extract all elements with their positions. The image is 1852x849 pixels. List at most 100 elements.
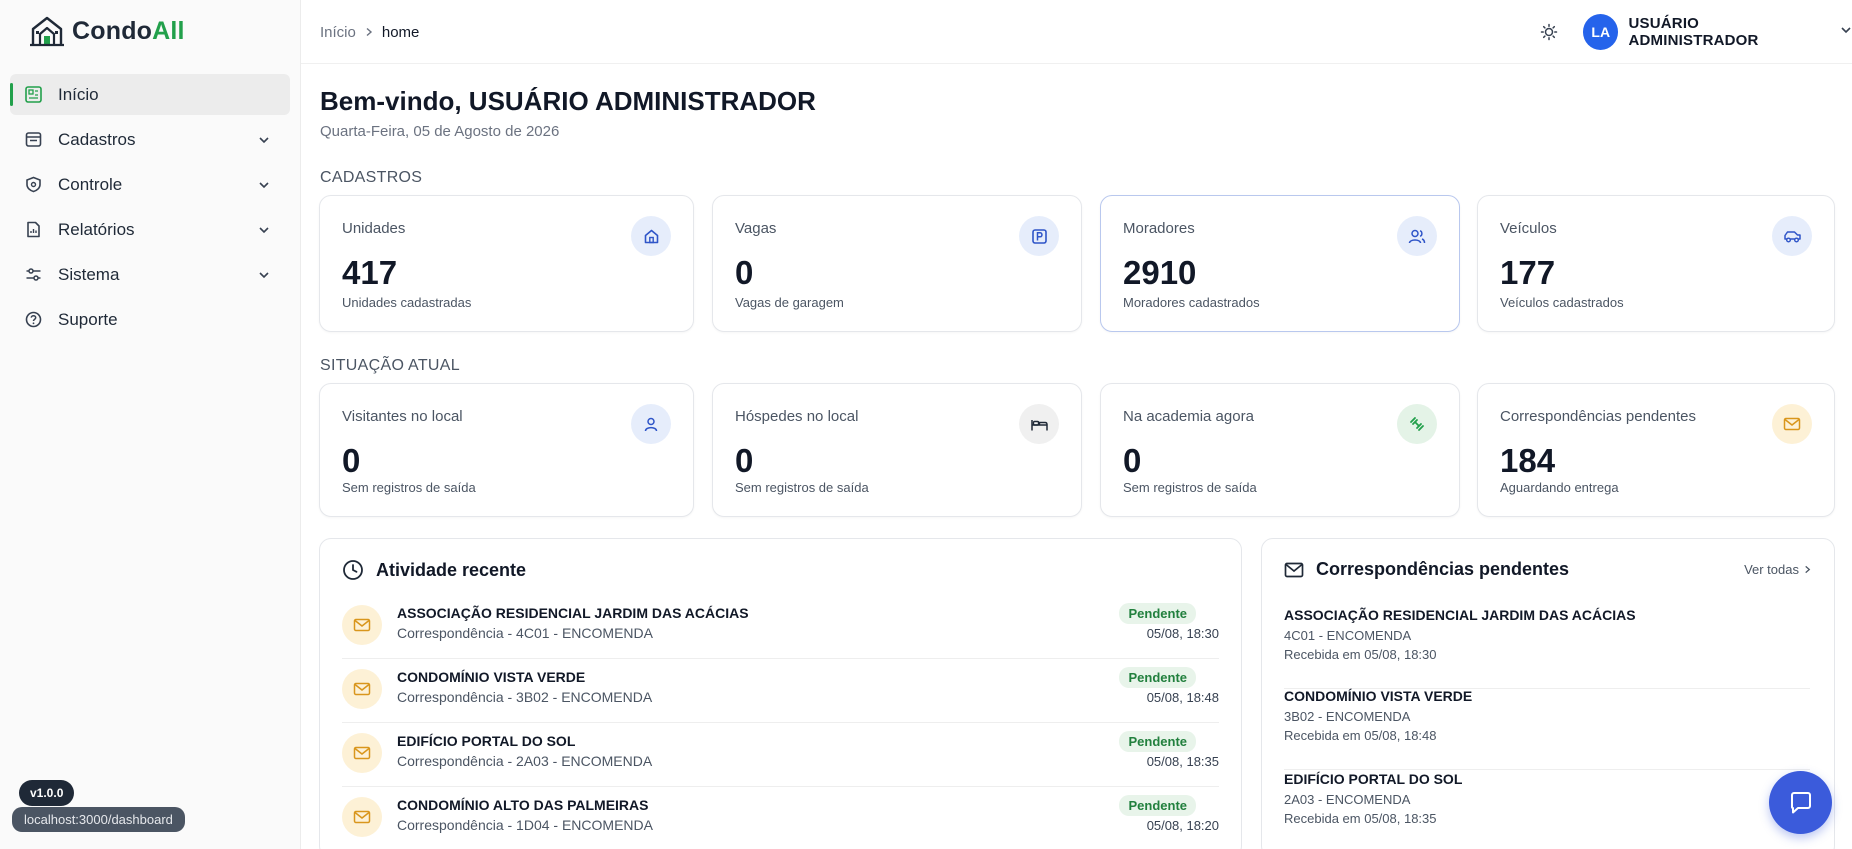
sidebar-item-controle[interactable]: Controle: [10, 164, 290, 205]
home-icon: [631, 216, 671, 256]
section-label-cadastros: CADASTROS: [320, 169, 423, 186]
panel-title: Atividade recente: [376, 559, 527, 580]
panel-header: Correspondências pendentes: [1284, 559, 1569, 580]
stat-value: 0: [735, 254, 754, 291]
stat-title: Visitantes no local: [342, 408, 463, 425]
app-logo[interactable]: CondoAll: [28, 14, 185, 48]
sidebar-item-inicio[interactable]: Início: [10, 74, 290, 115]
stat-subtitle: Sem registros de saída: [1123, 480, 1257, 495]
top-header: Início home LA USUÁRIO ADMINISTRADOR: [301, 0, 1852, 64]
stat-card-academia[interactable]: Na academia agora 0 Sem registros de saí…: [1100, 383, 1460, 517]
building-logo-icon: [30, 16, 64, 47]
activity-title: ASSOCIAÇÃO RESIDENCIAL JARDIM DAS ACÁCIA…: [397, 605, 749, 621]
stat-title: Moradores: [1123, 220, 1195, 237]
see-all-link[interactable]: Ver todas: [1744, 562, 1812, 577]
stat-card-moradores[interactable]: Moradores 2910 Moradores cadastrados: [1100, 195, 1460, 332]
help-circle-icon: [24, 311, 42, 329]
activity-subtitle: Correspondência - 4C01 - ENCOMENDA: [397, 625, 653, 641]
chat-bubble-icon: [1790, 791, 1811, 813]
activity-row[interactable]: CONDOMÍNIO VISTA VERDE Correspondência -…: [342, 659, 1219, 723]
stat-title: Correspondências pendentes: [1500, 408, 1696, 425]
correspondence-received: Recebida em 05/08, 18:30: [1284, 647, 1437, 662]
current-date: Quarta-Feira, 05 de Agosto de 2026: [320, 123, 560, 140]
sun-icon: [1540, 23, 1558, 41]
panel-header: Atividade recente: [342, 559, 526, 581]
stat-value: 0: [735, 442, 754, 479]
sidebar-item-label: Suporte: [58, 309, 118, 329]
stat-card-visitantes[interactable]: Visitantes no local 0 Sem registros de s…: [319, 383, 694, 517]
correspondence-unit: 3B02 - ENCOMENDA: [1284, 709, 1411, 724]
correspondence-title: ASSOCIAÇÃO RESIDENCIAL JARDIM DAS ACÁCIA…: [1284, 607, 1636, 623]
correspondence-item[interactable]: EDIFÍCIO PORTAL DO SOL 2A03 - ENCOMENDA …: [1284, 771, 1810, 849]
sidebar-item-label: Relatórios: [58, 219, 135, 239]
activity-time: 05/08, 18:20: [1146, 818, 1219, 833]
activity-row[interactable]: CONDOMÍNIO ALTO DAS PALMEIRAS Correspond…: [342, 787, 1219, 849]
status-badge: Pendente: [1119, 603, 1196, 624]
stat-title: Na academia agora: [1123, 408, 1254, 425]
chevron-down-icon: [258, 221, 270, 241]
sidebar-item-label: Sistema: [58, 264, 120, 284]
chevron-down-icon: [1840, 23, 1852, 41]
mail-icon: [342, 669, 382, 709]
sidebar-item-relatorios[interactable]: Relatórios: [10, 209, 290, 250]
sidebar-item-suporte[interactable]: Suporte: [10, 299, 290, 340]
mail-icon: [1284, 562, 1304, 577]
settings-sliders-icon: [24, 266, 42, 284]
stat-subtitle: Veículos cadastrados: [1500, 295, 1624, 310]
dashboard-icon: [24, 86, 42, 104]
stat-card-vagas[interactable]: Vagas 0 Vagas de garagem: [712, 195, 1082, 332]
activity-subtitle: Correspondência - 1D04 - ENCOMENDA: [397, 817, 653, 833]
bed-icon: [1019, 404, 1059, 444]
user-icon: [631, 404, 671, 444]
chevron-down-icon: [258, 266, 270, 286]
activity-row[interactable]: ASSOCIAÇÃO RESIDENCIAL JARDIM DAS ACÁCIA…: [342, 595, 1219, 659]
stat-subtitle: Moradores cadastrados: [1123, 295, 1260, 310]
stat-subtitle: Aguardando entrega: [1500, 480, 1619, 495]
stat-value: 184: [1500, 442, 1556, 479]
car-icon: [1772, 216, 1812, 256]
parking-icon: [1019, 216, 1059, 256]
stat-title: Vagas: [735, 220, 777, 237]
chevron-down-icon: [258, 176, 270, 196]
sidebar-item-sistema[interactable]: Sistema: [10, 254, 290, 295]
theme-toggle-button[interactable]: [1539, 22, 1559, 42]
user-name: USUÁRIO ADMINISTRADOR: [1628, 15, 1759, 49]
correspondence-received: Recebida em 05/08, 18:35: [1284, 811, 1437, 826]
activity-time: 05/08, 18:48: [1146, 690, 1219, 705]
avatar: LA: [1583, 14, 1619, 50]
stat-card-unidades[interactable]: Unidades 417 Unidades cadastradas: [319, 195, 694, 332]
user-menu[interactable]: LA USUÁRIO ADMINISTRADOR: [1583, 14, 1852, 50]
correspondence-received: Recebida em 05/08, 18:48: [1284, 728, 1437, 743]
page-title: Bem-vindo, USUÁRIO ADMINISTRADOR: [320, 86, 816, 116]
stat-card-veiculos[interactable]: Veículos 177 Veículos cadastrados: [1477, 195, 1835, 332]
sidebar-item-label: Cadastros: [58, 129, 136, 149]
pending-correspondence-panel: Correspondências pendentes Ver todas ASS…: [1261, 538, 1835, 849]
sidebar-item-label: Controle: [58, 174, 123, 194]
app-name: CondoAll: [72, 16, 185, 45]
stat-card-correspondencias[interactable]: Correspondências pendentes 184 Aguardand…: [1477, 383, 1835, 517]
sidebar: CondoAll Início Cadastros Controle Relat…: [0, 0, 301, 849]
sidebar-item-cadastros[interactable]: Cadastros: [10, 119, 290, 160]
stat-title: Veículos: [1500, 220, 1557, 237]
activity-title: EDIFÍCIO PORTAL DO SOL: [397, 733, 576, 749]
activity-row[interactable]: EDIFÍCIO PORTAL DO SOL Correspondência -…: [342, 723, 1219, 787]
clock-icon: [343, 560, 363, 580]
breadcrumb-current: home: [381, 24, 420, 41]
mail-icon: [342, 733, 382, 773]
sidebar-item-label: Início: [58, 84, 99, 104]
chat-support-button[interactable]: [1769, 771, 1832, 834]
correspondence-item[interactable]: ASSOCIAÇÃO RESIDENCIAL JARDIM DAS ACÁCIA…: [1284, 607, 1810, 689]
correspondence-item[interactable]: CONDOMÍNIO VISTA VERDE 3B02 - ENCOMENDA …: [1284, 688, 1810, 770]
stat-card-hospedes[interactable]: Hóspedes no local 0 Sem registros de saí…: [712, 383, 1082, 517]
sidebar-nav: Início Cadastros Controle Relatórios Sis…: [10, 74, 290, 344]
report-icon: [24, 221, 42, 239]
stat-subtitle: Sem registros de saída: [342, 480, 476, 495]
section-label-situacao: SITUAÇÃO ATUAL: [320, 357, 460, 374]
correspondence-title: EDIFÍCIO PORTAL DO SOL: [1284, 771, 1463, 787]
correspondence-unit: 2A03 - ENCOMENDA: [1284, 792, 1411, 807]
form-icon: [24, 131, 42, 149]
activity-time: 05/08, 18:35: [1146, 754, 1219, 769]
breadcrumb: Início home: [320, 24, 419, 41]
status-badge: Pendente: [1119, 795, 1196, 816]
breadcrumb-root-link[interactable]: Início: [320, 24, 356, 41]
